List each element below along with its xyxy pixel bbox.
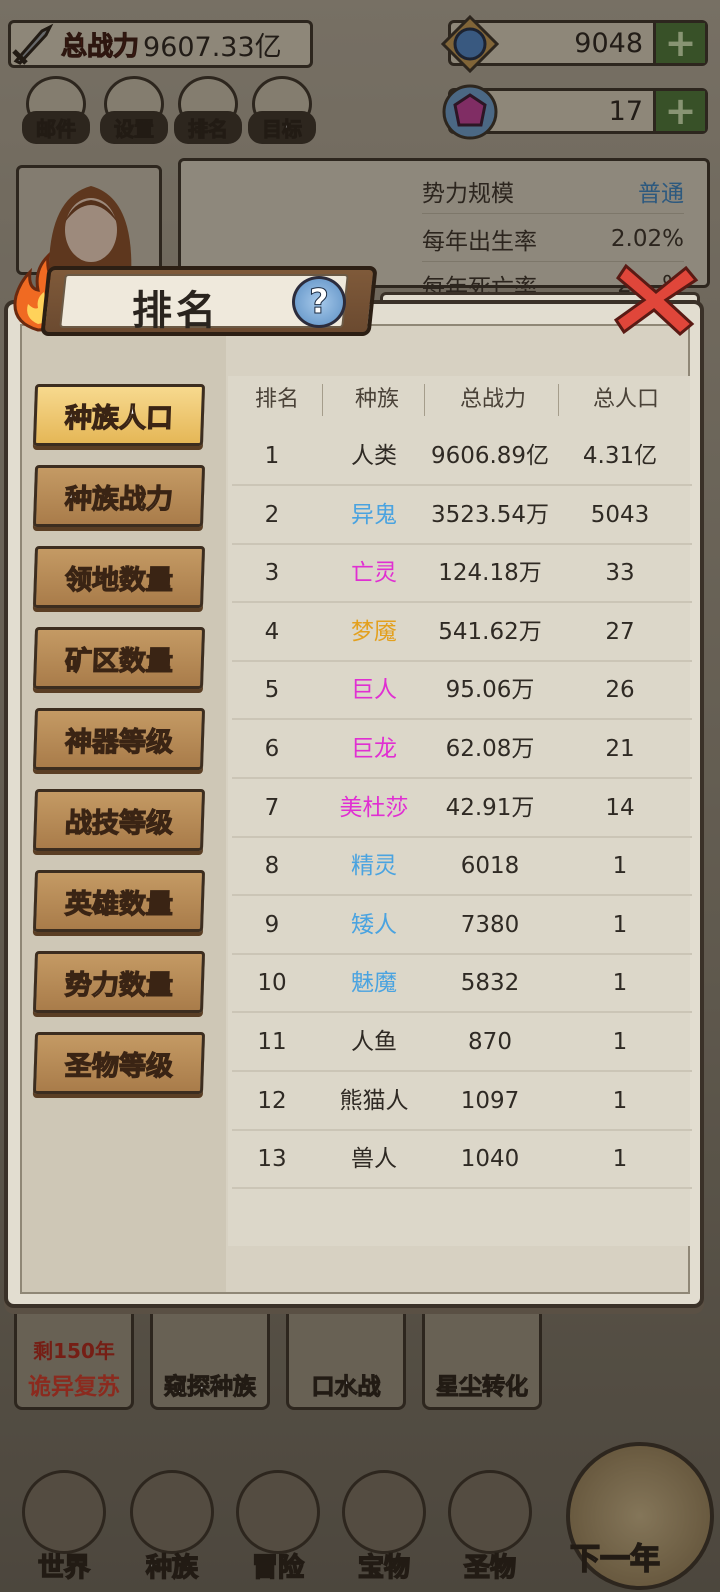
power-cell: 870	[468, 1029, 512, 1055]
population-cell: 27	[605, 618, 635, 645]
table-row[interactable]: 2 异鬼 3523.54万 5043	[232, 487, 692, 545]
table-row[interactable]: 4 梦魇 541.62万 27	[232, 604, 692, 662]
category-button[interactable]: 神器等级	[32, 708, 206, 770]
table-row[interactable]: 8 精灵 6018 1	[232, 838, 692, 897]
rank-cell: 1	[264, 443, 280, 469]
category-button[interactable]: 势力数量	[32, 951, 206, 1013]
population-cell: 1	[612, 911, 628, 938]
table-row[interactable]: 10 魅魔 5832 1	[232, 955, 692, 1014]
race-cell: 矮人	[351, 911, 397, 938]
race-cell: 巨龙	[351, 736, 397, 762]
population-cell: 5043	[590, 501, 650, 528]
col-rank-header: 排名	[254, 387, 299, 412]
col-power-header: 总战力	[459, 387, 526, 412]
table-row[interactable]: 11 人鱼 870 1	[232, 1014, 692, 1072]
modal-title-tab: 排名 ?	[4, 252, 384, 342]
power-cell: 42.91万	[445, 794, 535, 821]
population-cell: 1	[612, 853, 628, 880]
race-cell: 亡灵	[351, 560, 397, 587]
race-cell: 人鱼	[351, 1029, 397, 1055]
table-row[interactable]: 6 巨龙 62.08万 21	[232, 721, 692, 779]
table-row[interactable]: 5 巨人 95.06万 26	[232, 662, 692, 721]
race-cell: 异鬼	[351, 501, 397, 528]
category-button[interactable]: 圣物等级	[32, 1032, 206, 1094]
power-cell: 62.08万	[445, 736, 535, 762]
power-cell: 3523.54万	[430, 501, 550, 528]
rank-cell: 7	[264, 794, 280, 821]
population-cell: 1	[612, 1029, 628, 1055]
power-cell: 1097	[460, 1087, 520, 1114]
race-cell: 兽人	[351, 1146, 397, 1173]
population-cell: 21	[605, 736, 635, 762]
power-cell: 124.18万	[438, 560, 542, 587]
race-cell: 美杜莎	[339, 794, 409, 821]
rank-cell: 10	[257, 970, 287, 997]
rank-cell: 8	[264, 853, 280, 880]
modal-title: 排名	[132, 288, 220, 334]
rank-cell: 12	[257, 1087, 287, 1114]
race-cell: 梦魇	[351, 618, 397, 645]
population-cell: 4.31亿	[582, 443, 658, 469]
category-button[interactable]: 种族战力	[32, 465, 206, 527]
category-button[interactable]: 种族人口	[32, 384, 206, 446]
rank-cell: 9	[264, 911, 280, 938]
power-cell: 9606.89亿	[430, 443, 550, 469]
population-cell: 1	[612, 1146, 628, 1173]
header-divider	[322, 384, 323, 416]
race-cell: 巨人	[351, 677, 397, 704]
population-cell: 33	[605, 560, 635, 587]
power-cell: 95.06万	[445, 677, 535, 704]
header-divider	[558, 384, 559, 416]
col-race-header: 种族	[354, 387, 399, 412]
table-header: 排名 种族 总战力 总人口	[222, 380, 692, 424]
rank-cell: 13	[257, 1146, 287, 1173]
rank-cell: 5	[264, 677, 280, 704]
race-cell: 人类	[351, 443, 397, 469]
category-button[interactable]: 领地数量	[32, 546, 206, 608]
header-divider	[424, 384, 425, 416]
power-cell: 6018	[460, 853, 520, 880]
power-cell: 5832	[460, 970, 520, 997]
table-row[interactable]: 1 人类 9606.89亿 4.31亿	[232, 428, 692, 486]
power-cell: 541.62万	[438, 618, 542, 645]
close-icon[interactable]	[612, 258, 702, 338]
table-row[interactable]: 9 矮人 7380 1	[232, 897, 692, 955]
rank-cell: 6	[264, 736, 280, 762]
power-cell: 1040	[460, 1146, 520, 1173]
category-button[interactable]: 英雄数量	[32, 870, 206, 932]
power-cell: 7380	[460, 911, 520, 938]
help-button[interactable]: ?	[292, 276, 346, 328]
race-cell: 精灵	[351, 853, 397, 880]
rank-cell: 3	[264, 560, 280, 587]
table-row[interactable]: 3 亡灵 124.18万 33	[232, 545, 692, 604]
population-cell: 1	[612, 970, 628, 997]
table-row[interactable]: 12 熊猫人 1097 1	[232, 1073, 692, 1131]
table-row[interactable]: 7 美杜莎 42.91万 14	[232, 780, 692, 838]
population-cell: 1	[612, 1087, 628, 1114]
race-cell: 魅魔	[351, 970, 397, 997]
population-cell: 14	[605, 794, 635, 821]
race-cell: 熊猫人	[339, 1087, 409, 1114]
category-button[interactable]: 矿区数量	[32, 627, 206, 689]
col-population-header: 总人口	[592, 387, 659, 412]
population-cell: 26	[605, 677, 635, 704]
rank-cell: 4	[264, 618, 280, 645]
rank-cell: 2	[264, 501, 280, 528]
table-row[interactable]: 13 兽人 1040 1	[232, 1131, 692, 1190]
rank-cell: 11	[257, 1029, 287, 1055]
category-button[interactable]: 战技等级	[32, 789, 206, 851]
